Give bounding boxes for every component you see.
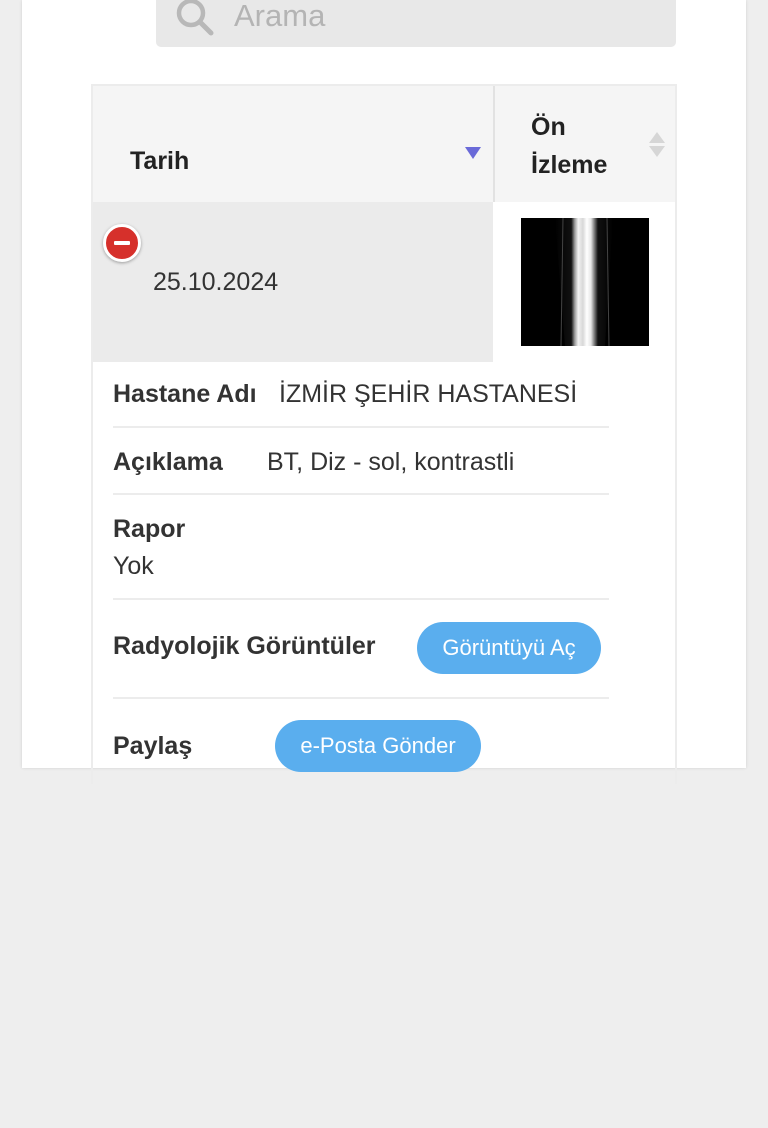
date-cell: 25.10.2024 bbox=[93, 202, 495, 362]
search-bar[interactable]: Arama bbox=[156, 0, 676, 47]
report-label: Rapor bbox=[113, 515, 186, 543]
hospital-value: İZMİR ŞEHİR HASTANESİ bbox=[279, 380, 578, 408]
column-header-date-label: Tarih bbox=[130, 147, 190, 175]
divider bbox=[113, 426, 609, 428]
table-row[interactable]: 25.10.2024 bbox=[93, 202, 675, 362]
date-value: 25.10.2024 bbox=[153, 268, 279, 296]
share-label: Paylaş bbox=[113, 732, 193, 760]
sort-desc-icon bbox=[465, 147, 481, 159]
radiology-images-label: Radyolojik Görüntüler bbox=[113, 632, 376, 660]
preview-cell bbox=[495, 202, 675, 362]
divider bbox=[113, 493, 609, 495]
report-value: Yok bbox=[113, 552, 154, 580]
search-placeholder: Arama bbox=[234, 0, 326, 33]
send-email-button[interactable]: e-Posta Gönder bbox=[275, 720, 481, 772]
description-value: BT, Diz - sol, kontrastli bbox=[267, 448, 515, 476]
preview-thumbnail[interactable] bbox=[521, 218, 649, 346]
column-header-preview[interactable]: Ön İzleme bbox=[495, 86, 675, 202]
divider bbox=[113, 697, 609, 699]
sort-both-icon bbox=[649, 132, 665, 158]
record-details: Hastane Adı İZMİR ŞEHİR HASTANESİ Açıkla… bbox=[113, 360, 609, 1128]
collapse-row-icon[interactable] bbox=[103, 224, 141, 262]
column-header-preview-label: Ön İzleme bbox=[531, 113, 608, 179]
search-icon bbox=[176, 0, 214, 36]
column-header-date[interactable]: Tarih bbox=[93, 86, 495, 202]
open-image-button[interactable]: Görüntüyü Aç bbox=[417, 622, 601, 674]
divider bbox=[113, 598, 609, 600]
hospital-label: Hastane Adı bbox=[113, 380, 257, 408]
description-label: Açıklama bbox=[113, 448, 223, 476]
